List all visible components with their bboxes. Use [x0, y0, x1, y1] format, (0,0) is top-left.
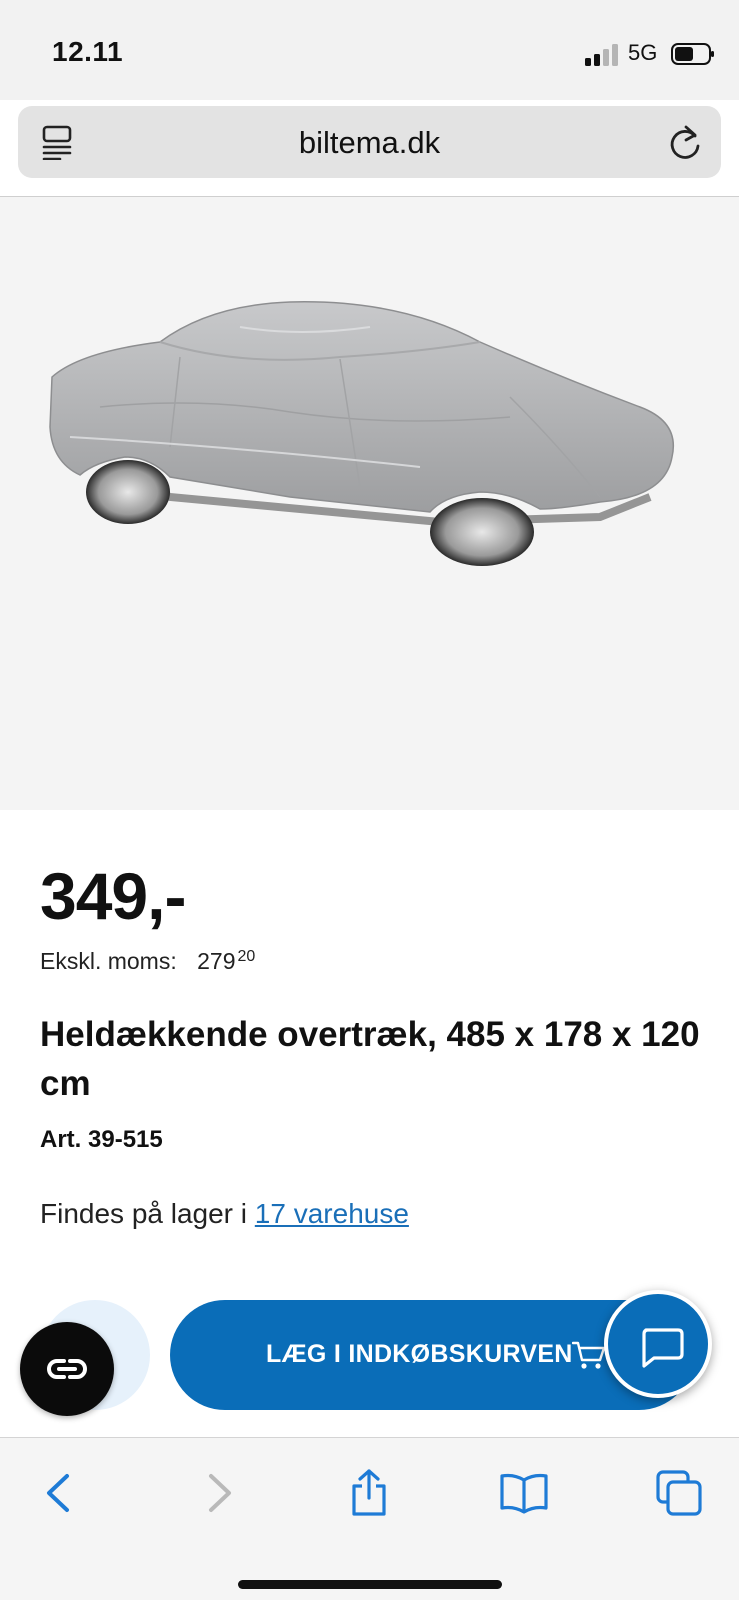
forward-icon[interactable] [194, 1468, 244, 1518]
vat-cents: 20 [237, 948, 256, 965]
add-to-cart-label: LÆG I INDKØBSKURVEN [266, 1340, 573, 1368]
cart-icon [572, 1341, 606, 1369]
bookmarks-icon[interactable] [499, 1468, 549, 1518]
car-cover-image [49, 301, 674, 566]
battery-icon [671, 43, 714, 65]
status-time: 12.11 [52, 36, 124, 67]
stock-line: Findes på lager i 17 varehuse [40, 1198, 409, 1230]
browser-toolbar [0, 1437, 739, 1600]
share-icon[interactable] [344, 1468, 394, 1518]
product-price: 349,- [40, 859, 186, 933]
url-text[interactable]: biltema.dk [18, 125, 721, 161]
stock-stores-link[interactable]: 17 varehuse [255, 1198, 409, 1229]
vat-value: 279 [197, 948, 236, 974]
tabs-overview-icon[interactable] [654, 1468, 704, 1518]
product-title: Heldækkende overtræk, 485 x 178 x 120 cm [40, 1015, 700, 1103]
back-icon[interactable] [34, 1468, 84, 1518]
address-bar[interactable]: biltema.dk [18, 106, 721, 178]
status-bar: 12.11 5G [0, 0, 739, 100]
reload-icon[interactable] [667, 122, 703, 162]
product-image[interactable] [0, 197, 739, 810]
article-number: Art. 39-515 [40, 1126, 163, 1153]
stock-prefix: Findes på lager i [40, 1198, 248, 1229]
chat-button[interactable] [604, 1290, 712, 1398]
chat-icon [642, 1328, 684, 1368]
vat-label: Ekskl. moms: [40, 948, 177, 974]
vat-line: Ekskl. moms: 279 20 [40, 948, 255, 975]
network-label: 5G [628, 40, 658, 65]
accessibility-button[interactable] [20, 1322, 114, 1416]
accessibility-icon [47, 1359, 87, 1379]
home-indicator [238, 1580, 502, 1589]
signal-icon [585, 44, 621, 66]
